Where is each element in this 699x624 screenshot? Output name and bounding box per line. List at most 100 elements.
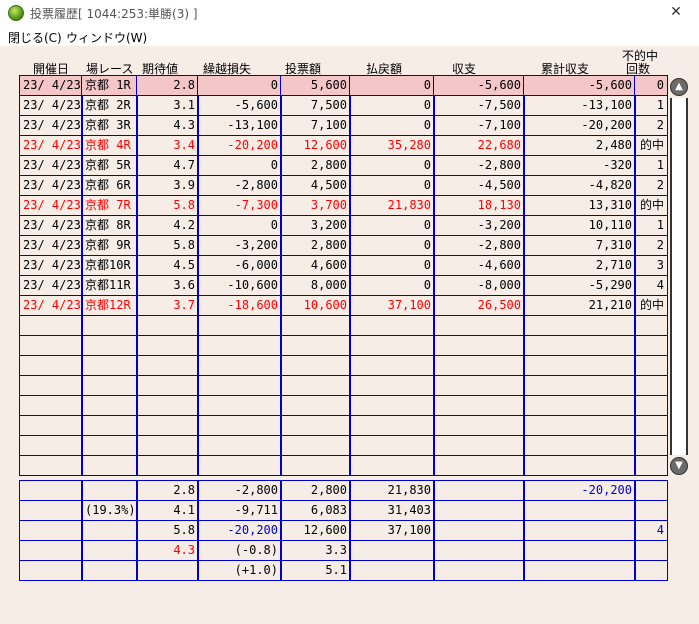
table-row[interactable]: 23/ 4/23 京都 2R 3.1 -5,600 7,500 0 -7,500 -13,10… [19,95,668,116]
empty-row[interactable] [19,455,668,476]
table-row[interactable]: 23/ 4/23 京都 4R 3.4 -20,200 12,600 35,280 22,68… [19,135,668,156]
cell-miss-count: 1 [634,155,668,176]
cell-date [19,415,83,436]
summary-cell-payout: 21,830 [349,480,435,501]
cell-date [19,315,83,336]
table-row[interactable]: 23/ 4/23 京都 1R 2.8 0 5,600 0 -5,600 -5,600 0 [19,75,668,96]
empty-row[interactable] [19,415,668,436]
summary-cell-blank [433,480,525,501]
cell-cumulative [523,355,636,376]
empty-row[interactable] [19,315,668,336]
cell-carryover [197,335,282,356]
empty-row[interactable] [19,335,668,356]
summary-cell-expected: 4.1 [136,500,199,521]
table-row[interactable]: 23/ 4/23 京都 3R 4.3 -13,100 7,100 0 -7,100 -20,2… [19,115,668,136]
cell-expected [136,335,199,356]
cell-bet: 3,200 [280,215,351,236]
table-row[interactable]: 23/ 4/23 京都 7R 5.8 -7,300 3,700 21,830 18,130 1… [19,195,668,216]
cell-carryover [197,315,282,336]
cell-race [81,375,138,396]
cell-expected: 2.8 [136,75,199,96]
cell-balance: -2,800 [433,235,525,256]
cell-bet: 7,500 [280,95,351,116]
empty-row[interactable] [19,435,668,456]
vertical-scrollbar[interactable]: ▲ ▼ [669,78,689,475]
cell-carryover: -5,600 [197,95,282,116]
cell-race: 京都 7R [81,195,138,216]
cell-bet [280,395,351,416]
cell-carryover: 0 [197,215,282,236]
cell-date [19,395,83,416]
cell-race [81,435,138,456]
cell-bet: 10,600 [280,295,351,316]
empty-row[interactable] [19,355,668,376]
cell-miss-count: 3 [634,255,668,276]
summary-cell-blank [433,560,525,581]
cell-miss-count: 2 [634,175,668,196]
table-row[interactable]: 23/ 4/23 京都12R 3.7 -18,600 10,600 37,100 26,50… [19,295,668,316]
cell-miss-count: 1 [634,215,668,236]
cell-race: 京都12R [81,295,138,316]
summary-cell-bet: 3.3 [280,540,351,561]
cell-balance: -7,500 [433,95,525,116]
summary-cell-carryover: -2,800 [197,480,282,501]
cell-race: 京都11R [81,275,138,296]
cell-miss-count: 4 [634,275,668,296]
cell-cumulative [523,395,636,416]
cell-payout [349,315,435,336]
close-window-button[interactable]: ✕ [653,0,699,26]
summary-cell-cumulative: -20,200 [523,480,636,501]
menu-close[interactable]: 閉じる(C) [8,29,62,46]
cell-miss-count: 的中 [634,195,668,216]
cell-expected: 4.5 [136,255,199,276]
cell-payout: 0 [349,215,435,236]
summary-cell-miss-count [634,500,668,521]
table-row[interactable]: 23/ 4/23 京都 5R 4.7 0 2,800 0 -2,800 -320 1 [19,155,668,176]
cell-expected: 3.7 [136,295,199,316]
cell-date: 23/ 4/23 [19,115,83,136]
cell-miss-count: 的中 [634,295,668,316]
cell-balance: -8,000 [433,275,525,296]
cell-bet: 5,600 [280,75,351,96]
cell-balance: -3,200 [433,215,525,236]
scroll-up-icon[interactable]: ▲ [670,78,688,96]
table-row[interactable]: 23/ 4/23 京都 9R 5.8 -3,200 2,800 0 -2,800 7,310 2 [19,235,668,256]
cell-expected [136,435,199,456]
summary-cell-blank [19,540,83,561]
cell-race: 京都 1R [81,75,138,96]
table-row[interactable]: 23/ 4/23 京都10R 4.5 -6,000 4,600 0 -4,600 2,710 3 [19,255,668,276]
cell-date: 23/ 4/23 [19,135,83,156]
cell-race: 京都 6R [81,175,138,196]
scroll-down-icon[interactable]: ▼ [670,457,688,475]
summary-cell-payout [349,540,435,561]
summary-cell-expected: 4.3 [136,540,199,561]
summary-cell-blank [433,500,525,521]
cell-miss-count [634,455,668,476]
summary-cell-miss-count [634,480,668,501]
empty-row[interactable] [19,395,668,416]
cell-expected: 4.2 [136,215,199,236]
cell-carryover: -10,600 [197,275,282,296]
table-row[interactable]: 23/ 4/23 京都11R 3.6 -10,600 8,000 0 -8,000 -5,29… [19,275,668,296]
table-row[interactable]: 23/ 4/23 京都 6R 3.9 -2,800 4,500 0 -4,500 -4,820… [19,175,668,196]
cell-date [19,435,83,456]
cell-carryover [197,435,282,456]
summary-cell-carryover: -9,711 [197,500,282,521]
cell-cumulative [523,415,636,436]
cell-cumulative: 10,110 [523,215,636,236]
summary-cell-bet: 12,600 [280,520,351,541]
scroll-track[interactable] [670,98,688,455]
table-row[interactable]: 23/ 4/23 京都 8R 4.2 0 3,200 0 -3,200 10,110 1 [19,215,668,236]
summary-cell-cumulative [523,500,636,521]
empty-row[interactable] [19,375,668,396]
cell-cumulative: 13,310 [523,195,636,216]
menu-window[interactable]: ウィンドウ(W) [66,29,147,46]
cell-race: 京都 9R [81,235,138,256]
cell-miss-count: 2 [634,235,668,256]
cell-date: 23/ 4/23 [19,155,83,176]
cell-expected: 4.3 [136,115,199,136]
summary-cell-carryover: -20,200 [197,520,282,541]
cell-payout: 0 [349,255,435,276]
cell-miss-count [634,335,668,356]
summary-cell-payout [349,560,435,581]
